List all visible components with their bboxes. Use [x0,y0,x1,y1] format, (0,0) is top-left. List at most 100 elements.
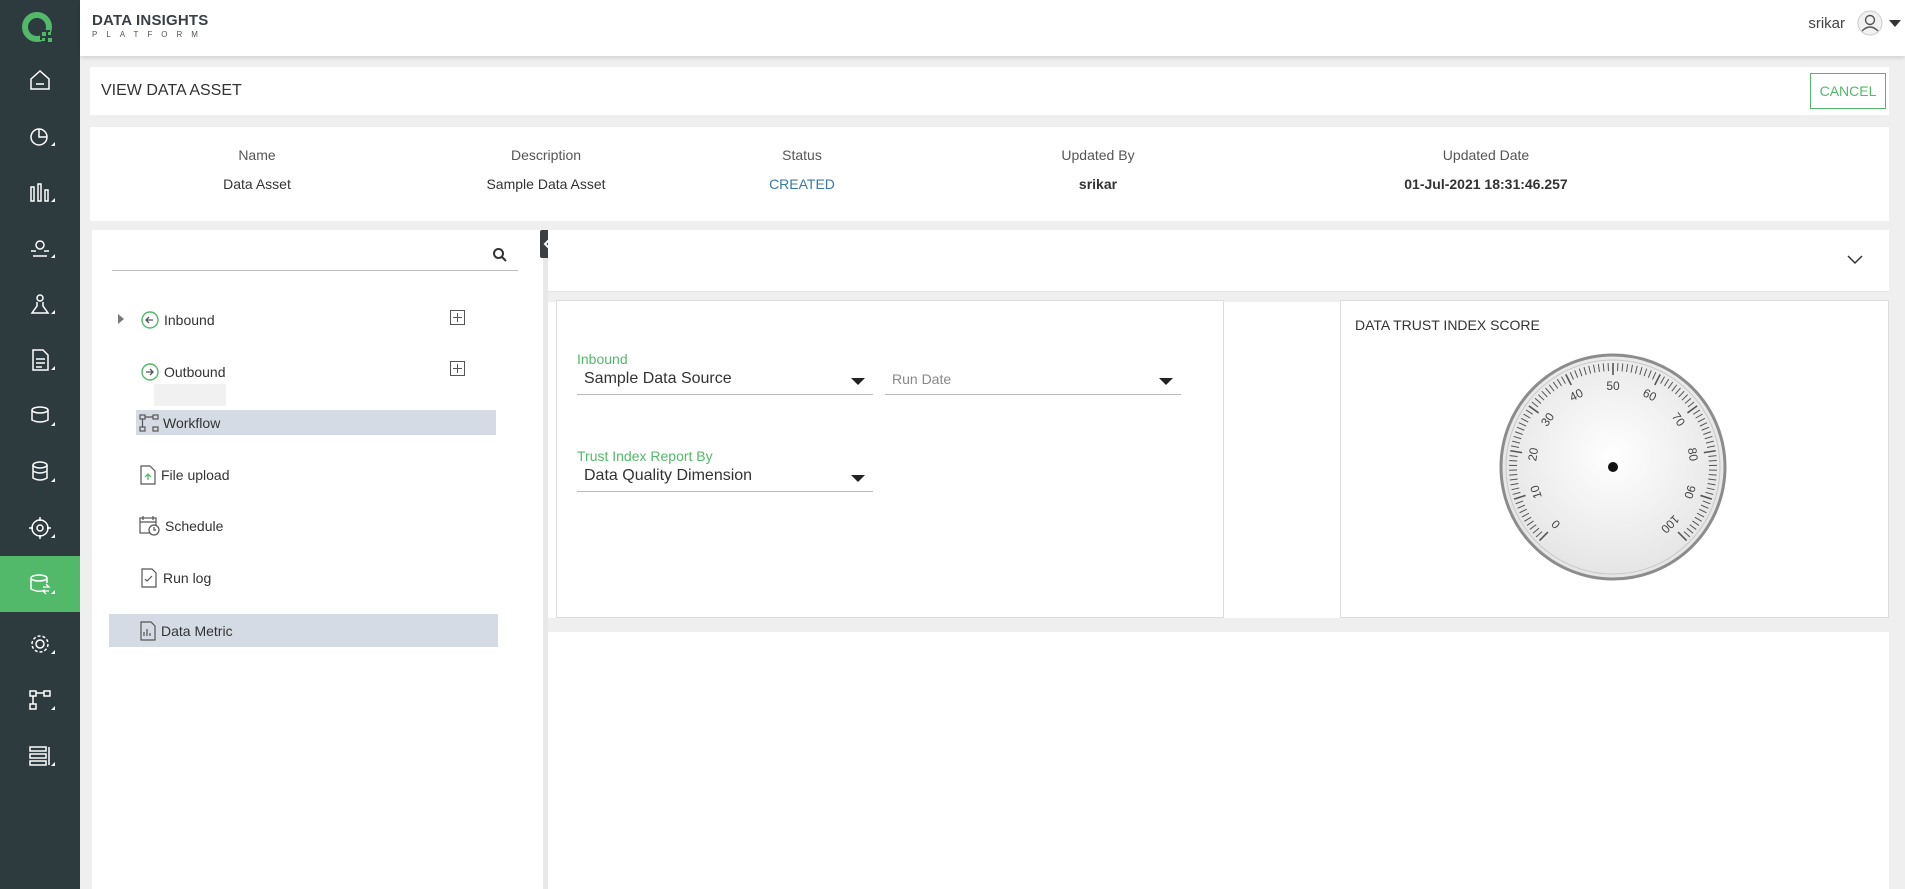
user-name: srikar [1808,14,1845,32]
updated-by-label: Updated By [1061,147,1135,163]
tree-item-workflow[interactable]: Workflow [136,410,496,435]
nav-settings[interactable] [0,616,80,672]
page-title: VIEW DATA ASSET [101,82,242,99]
left-nav-rail [0,0,80,889]
gauge-scale-label: 20 [1525,446,1541,462]
tree-item-file-upload[interactable]: File upload [139,463,230,487]
add-outbound-button[interactable] [450,361,465,376]
user-flask-icon [30,294,50,314]
gauge-minor-tick [1708,459,1717,462]
tree-item-label: Workflow [163,414,221,431]
chevron-down-icon[interactable] [1847,252,1863,268]
home-icon [30,69,50,90]
tree-item-schedule[interactable]: Schedule [139,514,223,538]
trust-index-gauge: 010203040 50 60708090100 [1499,353,1727,581]
info-updated-by: Updated By srikar [1028,147,1168,192]
run-date-select[interactable]: Run Date [885,365,1181,395]
bar-chart-icon [30,183,49,202]
nav-pie-chart[interactable] [0,108,80,164]
gauge-scale-label: 50 [1606,379,1620,393]
data-metric-icon [140,620,156,641]
run-log-icon [141,568,157,588]
gauge-minor-tick [1509,474,1518,476]
brand-subtitle: PLATFORM [92,30,207,39]
tree-item-outbound[interactable]: Outbound [140,360,226,384]
gauge-minor-tick [1509,459,1518,462]
nav-database[interactable] [0,444,80,500]
nav-workflow[interactable] [0,672,80,728]
user-avatar-icon [1857,10,1883,36]
tooltip-ghost [154,384,226,406]
gauge-minor-tick [1708,474,1717,476]
data-metric-panel: Inbound Sample Data Source Run Date Trus… [548,230,1889,889]
report-by-select[interactable]: Data Quality Dimension [577,462,873,492]
metric-panel-header [548,230,1889,292]
tree-item-label: Inbound [164,312,215,328]
page-header: VIEW DATA ASSET CANCEL [90,67,1889,115]
list-icon [29,746,50,766]
tree-item-label: Data Metric [161,622,233,639]
nav-database-cloud[interactable] [0,388,80,444]
tree-item-run-log[interactable]: Run log [139,566,211,590]
nav-user-flask[interactable] [0,276,80,332]
inbound-select-value: Sample Data Source [584,370,732,387]
brand-title: DATA INSIGHTS [92,12,209,29]
user-menu-caret-icon[interactable] [1889,19,1901,27]
tree-item-label: File upload [161,467,230,483]
nav-settings-flow[interactable] [0,220,80,276]
expand-arrow-icon[interactable] [118,314,124,324]
nav-target-cycle[interactable] [0,500,80,556]
nav-document[interactable] [0,332,80,388]
target-cycle-icon [29,517,51,539]
gauge-title: DATA TRUST INDEX SCORE [1355,317,1540,333]
tree-item-label: Outbound [164,364,226,380]
file-upload-icon [140,465,156,485]
cancel-button[interactable]: CANCEL [1810,73,1886,109]
dropdown-arrow-icon [1159,378,1173,385]
inbound-icon [141,311,159,329]
filter-card: Inbound Sample Data Source Run Date Trus… [556,300,1224,618]
updated-date-label: Updated Date [1442,147,1530,163]
dropdown-arrow-icon [851,475,865,482]
description-label: Description [510,147,582,163]
nav-bar-chart[interactable] [0,164,80,220]
schedule-icon [139,516,160,536]
pie-chart-icon [30,128,48,146]
description-value: Sample Data Asset [486,176,606,192]
logo-icon [22,12,52,42]
name-label: Name [238,147,276,163]
gear-icon [31,635,49,653]
brand: DATA INSIGHTS PLATFORM [92,12,208,39]
trust-index-card: DATA TRUST INDEX SCORE 0 10 20 30 40 50 60 70 80… [1340,300,1889,618]
workflow-icon [29,690,51,710]
add-inbound-button[interactable] [450,310,465,325]
gauge-scale-label: 80 [1685,447,1701,463]
tree-item-label: Run log [163,570,212,586]
top-bar: DATA INSIGHTS PLATFORM srikar [80,0,1905,56]
database-cloud-icon [31,406,49,423]
gauge-needle-hub [1608,462,1618,472]
run-date-placeholder: Run Date [892,371,952,387]
asset-info-row: Name Data Asset Description Sample Data … [90,127,1889,221]
tree-item-data-metric[interactable]: Data Metric [109,614,498,647]
data-asset-icon [30,574,51,595]
inbound-select[interactable]: Sample Data Source [577,365,873,395]
workflow-icon [139,413,159,432]
status-value: CREATED [769,176,835,192]
document-icon [32,349,49,371]
database-icon [32,461,48,481]
info-description: Description Sample Data Asset [456,147,636,192]
search-field[interactable] [112,238,518,271]
user-menu[interactable]: srikar [1808,8,1905,38]
updated-by-value: srikar [1078,176,1118,192]
dropdown-arrow-icon [851,378,865,385]
outbound-icon [141,363,159,381]
info-status: Status CREATED [742,147,862,192]
nav-home[interactable] [0,52,80,108]
nav-list[interactable] [0,728,80,784]
search-icon[interactable] [492,247,508,263]
nav-data-asset[interactable] [0,556,80,612]
tree-item-inbound[interactable]: Inbound [140,308,215,332]
report-by-select-value: Data Quality Dimension [584,467,753,484]
tree-item-label: Schedule [165,518,224,534]
